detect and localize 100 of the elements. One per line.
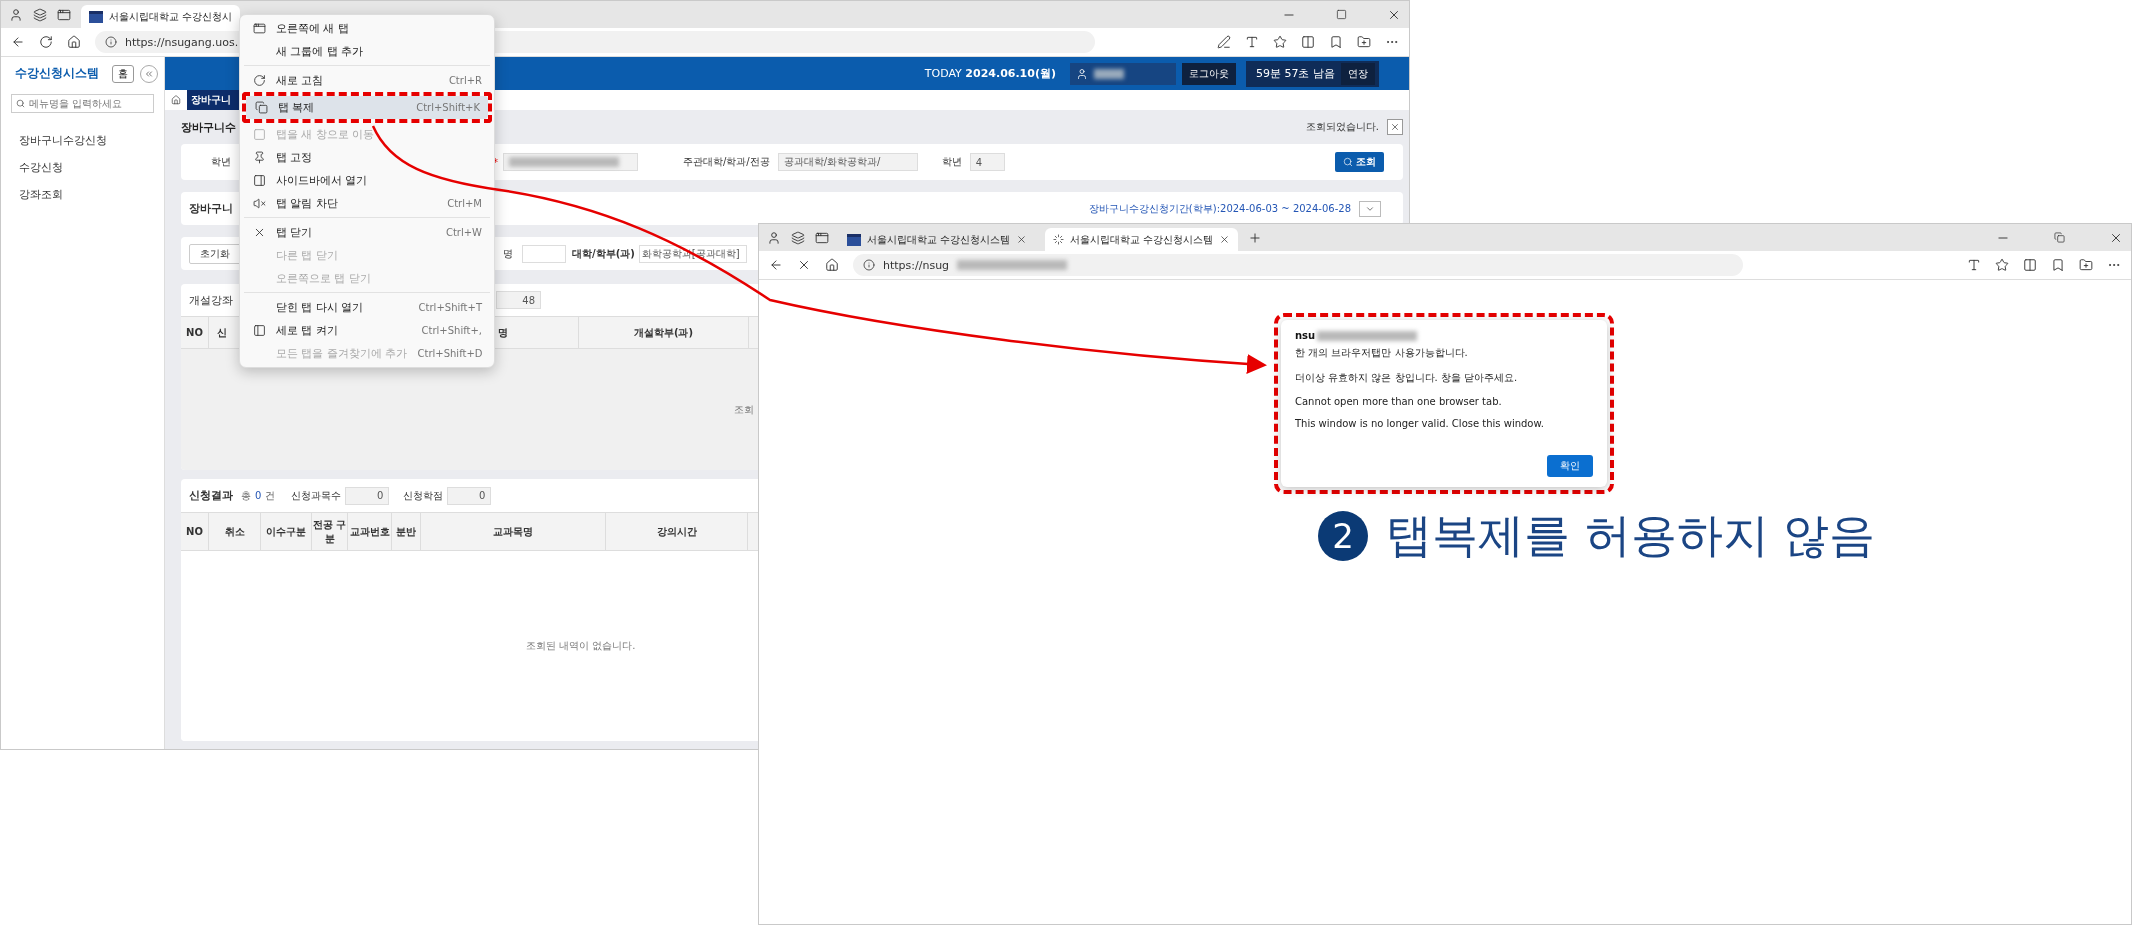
workspaces-icon[interactable] — [33, 7, 47, 22]
count-field: 0 — [345, 486, 390, 505]
refresh-icon[interactable] — [39, 35, 53, 49]
search-field[interactable]: 메뉴명을 입력하세요 — [11, 94, 154, 113]
column-header: 분반 — [392, 513, 421, 550]
status-message: 조회되었습니다. — [1305, 120, 1379, 134]
avatar-icon — [1076, 67, 1088, 80]
address-bar[interactable]: https://nsug — [853, 254, 1743, 276]
vertical-tabs-icon — [252, 324, 266, 337]
menu-item[interactable]: 닫힌 탭 다시 열기 Ctrl+Shift+T — [244, 296, 490, 319]
extend-button[interactable]: 연장 — [1341, 62, 1375, 85]
column-header: 이수구분 — [261, 513, 312, 550]
column-header: 강의시간 — [606, 513, 748, 550]
stop-icon[interactable] — [797, 258, 811, 272]
search-icon — [1342, 157, 1353, 167]
tab-actions-icon[interactable] — [57, 7, 71, 22]
collections-icon[interactable] — [1357, 35, 1371, 49]
window-icon — [252, 128, 266, 141]
empty-message: 조회된 내역이 없습니다. — [526, 639, 636, 653]
field-label: 학년 — [211, 155, 231, 169]
field-label: 학년 — [941, 155, 962, 169]
loading-icon — [1053, 234, 1065, 245]
browser-tab[interactable]: 서울시립대학교 수강신청시 — [81, 5, 241, 28]
empty-message: 조회 — [734, 402, 754, 417]
column-header: NO — [181, 513, 209, 550]
menu-item[interactable]: 탭 알림 차단 Ctrl+M — [244, 192, 490, 215]
star-icon[interactable] — [1995, 258, 2009, 272]
home-icon[interactable] — [825, 258, 839, 272]
close-icon[interactable] — [1219, 234, 1231, 245]
annotation-text: 탭복제를 허용하지 않음 — [1386, 507, 1876, 564]
menu-item[interactable]: 탭 복제 Ctrl+Shift+K — [246, 96, 488, 119]
favicon — [847, 233, 861, 246]
menu-item[interactable]: 탭 닫기 Ctrl+W — [244, 221, 490, 244]
page-title: 장바구니수 — [181, 119, 236, 135]
collapse-icon — [144, 68, 154, 79]
pen-icon[interactable] — [1217, 35, 1231, 49]
back-icon[interactable] — [11, 35, 25, 49]
home-button[interactable]: 홈 — [112, 64, 134, 83]
split-screen-icon[interactable] — [1301, 35, 1315, 49]
field-label: 대학/학부(과) — [572, 246, 635, 261]
column-header: NO — [181, 317, 209, 348]
sidebar-icon — [252, 174, 266, 187]
dialog-title: nsu — [1295, 330, 1316, 341]
grade-field[interactable]: 4 — [969, 153, 1005, 171]
close-button[interactable] — [1387, 119, 1403, 135]
star-icon[interactable] — [1273, 35, 1287, 49]
refresh-icon — [252, 74, 266, 87]
reset-button[interactable]: 초기화 — [189, 243, 241, 264]
back-icon[interactable] — [769, 258, 783, 272]
field-label: 신청과목수 — [291, 488, 342, 503]
read-aloud-icon[interactable] — [1245, 35, 1259, 49]
profile-icon[interactable] — [767, 230, 781, 245]
dialog-message: 더이상 유효하지 않은 창입니다. 창을 닫아주세요. — [1295, 371, 1519, 385]
menu-item[interactable]: 사이드바에서 열기 — [244, 169, 490, 192]
home-icon[interactable] — [171, 95, 181, 105]
profile-icon[interactable] — [9, 7, 23, 22]
app-title: 수강신청시스템 — [15, 65, 100, 82]
credit-field: 0 — [447, 486, 492, 505]
dept-field[interactable]: 공과대학/화학공학과/ — [777, 153, 918, 171]
sidebar-item[interactable]: 장바구니수강신청 — [1, 127, 164, 154]
column-header: 전공 구분 — [312, 513, 348, 550]
maximize-icon[interactable] — [1336, 9, 1347, 20]
column-header: 교과번호 — [348, 513, 392, 550]
sidebar-item[interactable]: 수강신청 — [1, 154, 164, 181]
dialog-message: This window is no longer valid. Close this window. — [1295, 418, 1545, 429]
menu-item[interactable]: 새로 고침 Ctrl+R — [244, 69, 490, 92]
copy-icon — [254, 101, 268, 114]
favorites-icon[interactable] — [1329, 35, 1343, 49]
sidebar-item[interactable]: 강좌조회 — [1, 181, 164, 208]
browser-tab[interactable]: 서울시립대학교 수강신청시스템 — [839, 228, 1036, 251]
window-icon — [252, 22, 266, 35]
blurred-field[interactable] — [503, 153, 638, 171]
close-icon[interactable] — [1016, 234, 1028, 245]
favorites-icon[interactable] — [2051, 258, 2065, 272]
name-field[interactable] — [522, 244, 566, 263]
search-button[interactable]: 조회 — [1334, 152, 1384, 172]
total-suffix: 건 — [265, 488, 276, 503]
browser-tab[interactable]: 서울시립대학교 수강신청시스템 — [1045, 228, 1239, 251]
blurred-text — [1094, 68, 1124, 79]
info-icon — [105, 36, 117, 48]
field-label: 주관대학/학과/전공 — [683, 155, 770, 169]
read-aloud-icon[interactable] — [1967, 258, 1981, 272]
ok-button[interactable]: 확인 — [1547, 455, 1593, 477]
section-title: 장바구니 — [189, 201, 233, 216]
workspaces-icon[interactable] — [791, 230, 805, 245]
field-label: 명 — [503, 246, 513, 261]
required-mark: * — [493, 156, 498, 168]
dialog-message: Cannot open more than one browser tab. — [1295, 396, 1503, 407]
timer-text: 59분 57초 남음 — [1256, 66, 1335, 81]
home-icon[interactable] — [67, 35, 81, 49]
pin-icon — [252, 151, 266, 164]
total-prefix: 총 — [241, 488, 251, 503]
tab-actions-icon[interactable] — [815, 230, 829, 245]
menu-item[interactable]: 탭 고정 — [244, 146, 490, 169]
collections-icon[interactable] — [2079, 258, 2093, 272]
field-label: 신청학점 — [403, 488, 444, 503]
restore-icon[interactable] — [2054, 232, 2065, 243]
favicon — [89, 10, 103, 23]
logout-button[interactable]: 로그아웃 — [1182, 62, 1236, 85]
split-screen-icon[interactable] — [2023, 258, 2037, 272]
